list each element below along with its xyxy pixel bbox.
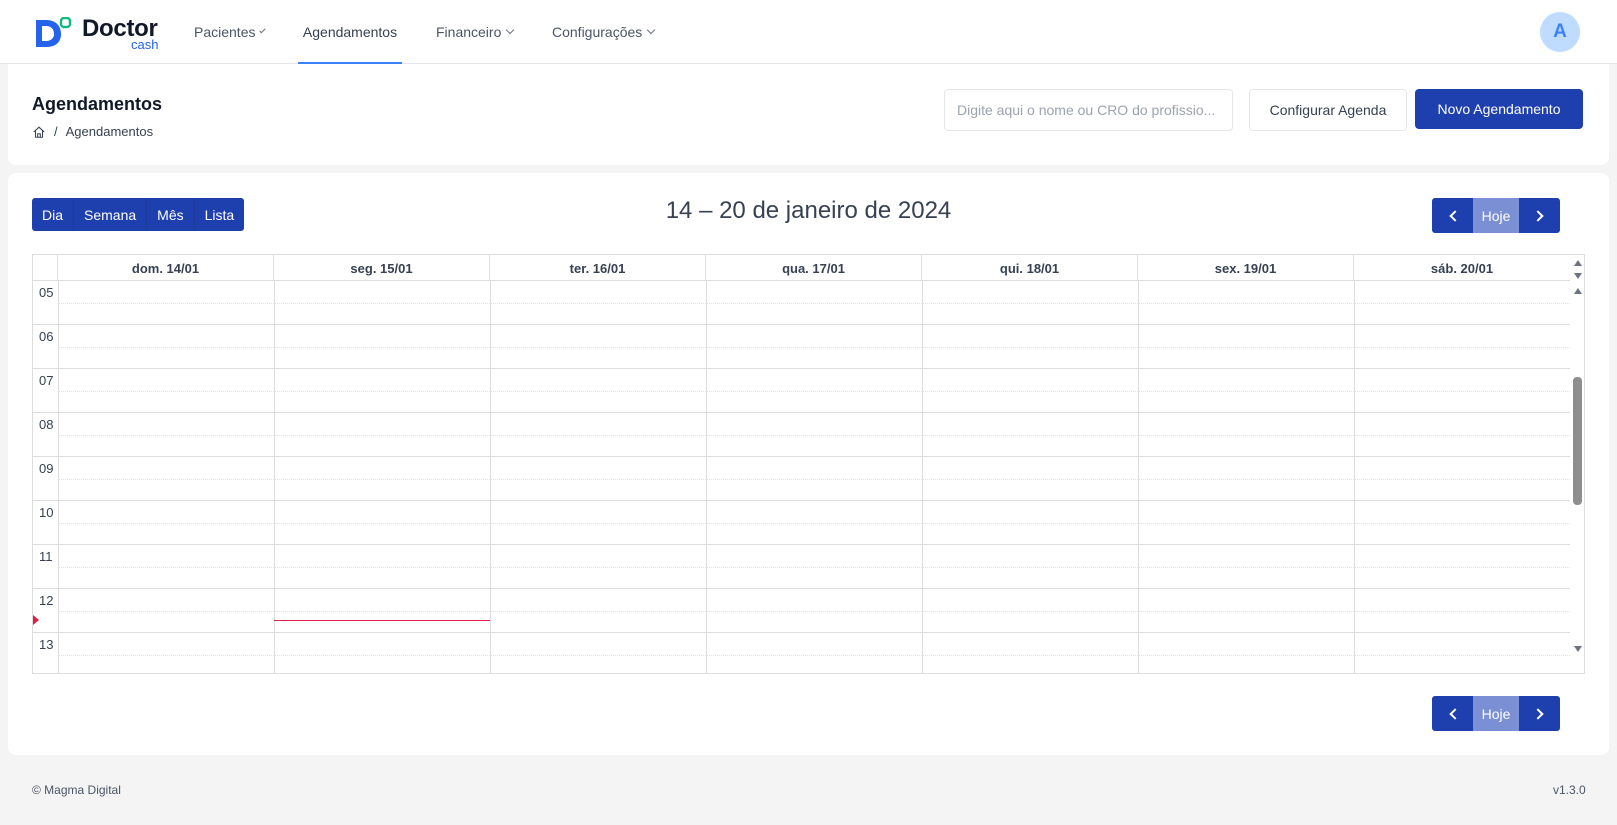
- next-week-button[interactable]: [1519, 696, 1560, 731]
- breadcrumb-current: Agendamentos: [65, 124, 154, 139]
- chevron-left-icon: [1448, 209, 1461, 222]
- time-slot[interactable]: 12: [33, 589, 1570, 633]
- nav-pacientes[interactable]: Pacientes: [190, 0, 268, 64]
- date-nav-top: Hoje: [1432, 198, 1560, 233]
- day-header: sex. 19/01: [1138, 255, 1354, 281]
- footer-copyright: © Magma Digital: [32, 783, 121, 797]
- day-header: qui. 18/01: [922, 255, 1138, 281]
- date-nav-bottom: Hoje: [1432, 696, 1560, 731]
- chevron-right-icon: [1531, 707, 1544, 720]
- day-header: ter. 16/01: [490, 255, 706, 281]
- day-header: sáb. 20/01: [1430, 260, 1494, 276]
- day-column-divider: [490, 281, 491, 673]
- chevron-left-icon: [1448, 707, 1461, 720]
- day-header: dom. 14/01: [58, 255, 274, 281]
- new-appointment-button[interactable]: Novo Agendamento: [1415, 89, 1583, 129]
- hour-label: 10: [39, 505, 54, 520]
- prev-week-button[interactable]: [1432, 198, 1473, 233]
- view-list-button[interactable]: Lista: [195, 198, 245, 231]
- hour-label: 08: [39, 417, 54, 432]
- chevron-down-icon: [259, 26, 266, 34]
- hour-label: 13: [39, 637, 54, 652]
- nav-configuracoes-label: Configurações: [552, 24, 643, 40]
- hour-label: 11: [39, 549, 53, 564]
- view-month-button[interactable]: Mês: [147, 198, 195, 231]
- page-header-card: Agendamentos / Agendamentos Configurar A…: [8, 64, 1609, 165]
- main-nav: Pacientes Agendamentos Financeiro Config…: [190, 0, 660, 64]
- scrollbar-thumb[interactable]: [1573, 377, 1582, 505]
- hour-label: 09: [39, 461, 54, 476]
- scroll-down-icon[interactable]: [1574, 646, 1582, 652]
- now-indicator-line: [274, 620, 490, 621]
- breadcrumb-separator: /: [54, 124, 58, 139]
- time-slot[interactable]: 13: [33, 633, 1570, 673]
- view-day-button[interactable]: Dia: [32, 198, 75, 231]
- day-column-divider: [274, 281, 275, 673]
- scroll-up-icon[interactable]: [1574, 260, 1582, 266]
- chevron-down-icon: [506, 25, 515, 35]
- day-column-divider: [922, 281, 923, 673]
- time-slot[interactable]: 07: [33, 369, 1570, 413]
- configure-schedule-button[interactable]: Configurar Agenda: [1249, 89, 1407, 131]
- view-switcher: Dia Semana Mês Lista: [32, 198, 245, 231]
- calendar-card: Dia Semana Mês Lista 14 – 20 de janeiro …: [8, 173, 1609, 755]
- prev-week-button[interactable]: [1432, 696, 1473, 731]
- logo-icon: [36, 17, 72, 47]
- hour-label: 06: [39, 329, 54, 344]
- nav-configuracoes[interactable]: Configurações: [548, 0, 660, 64]
- day-header: qua. 17/01: [706, 255, 922, 281]
- week-grid-body[interactable]: 05 06 07 08 09 10 11 12 13: [33, 281, 1570, 673]
- footer-version: v1.3.0: [1553, 783, 1586, 797]
- chevron-right-icon: [1531, 209, 1544, 222]
- breadcrumb: / Agendamentos: [32, 124, 153, 139]
- scroll-up-icon[interactable]: [1574, 288, 1582, 294]
- view-week-button[interactable]: Semana: [74, 198, 148, 231]
- scroll-down-icon[interactable]: [1574, 273, 1582, 279]
- now-indicator-arrow: [33, 615, 39, 625]
- doctor-cash-logo[interactable]: Doctor cash: [34, 15, 174, 52]
- today-button[interactable]: Hoje: [1473, 696, 1519, 731]
- time-slot[interactable]: 06: [33, 325, 1570, 369]
- time-slot[interactable]: 09: [33, 457, 1570, 501]
- calendar-title: 14 – 20 de janeiro de 2024: [665, 197, 952, 224]
- day-column-divider: [58, 281, 59, 673]
- time-slot[interactable]: 08: [33, 413, 1570, 457]
- nav-agendamentos[interactable]: Agendamentos: [298, 0, 402, 64]
- today-button[interactable]: Hoje: [1473, 198, 1519, 233]
- day-column-divider: [1138, 281, 1139, 673]
- week-grid-header: dom. 14/01 seg. 15/01 ter. 16/01 qua. 17…: [33, 255, 1584, 281]
- chevron-down-icon: [647, 25, 656, 35]
- top-navbar: Doctor cash Pacientes Agendamentos Finan…: [0, 0, 1617, 64]
- hour-label: 12: [39, 593, 54, 608]
- time-slot[interactable]: 10: [33, 501, 1570, 545]
- nav-pacientes-label: Pacientes: [194, 24, 256, 40]
- nav-financeiro[interactable]: Financeiro: [432, 0, 518, 64]
- time-slot[interactable]: 05: [33, 281, 1570, 325]
- grid-scrollbar[interactable]: [1570, 255, 1584, 673]
- day-column-divider: [1354, 281, 1355, 673]
- brand-sub: cash: [131, 37, 159, 52]
- day-header: seg. 15/01: [274, 255, 490, 281]
- time-slot[interactable]: 11: [33, 545, 1570, 589]
- hour-label: 07: [39, 373, 54, 388]
- day-column-divider: [706, 281, 707, 673]
- user-avatar[interactable]: A: [1540, 12, 1580, 52]
- time-gutter-header: [33, 255, 58, 281]
- next-week-button[interactable]: [1519, 198, 1560, 233]
- nav-agendamentos-label: Agendamentos: [302, 24, 398, 40]
- page-title: Agendamentos: [32, 94, 163, 114]
- week-grid: dom. 14/01 seg. 15/01 ter. 16/01 qua. 17…: [32, 254, 1585, 674]
- nav-financeiro-label: Financeiro: [436, 24, 502, 40]
- hour-label: 05: [39, 285, 54, 300]
- home-icon[interactable]: [32, 125, 46, 139]
- professional-search-input[interactable]: [944, 89, 1233, 131]
